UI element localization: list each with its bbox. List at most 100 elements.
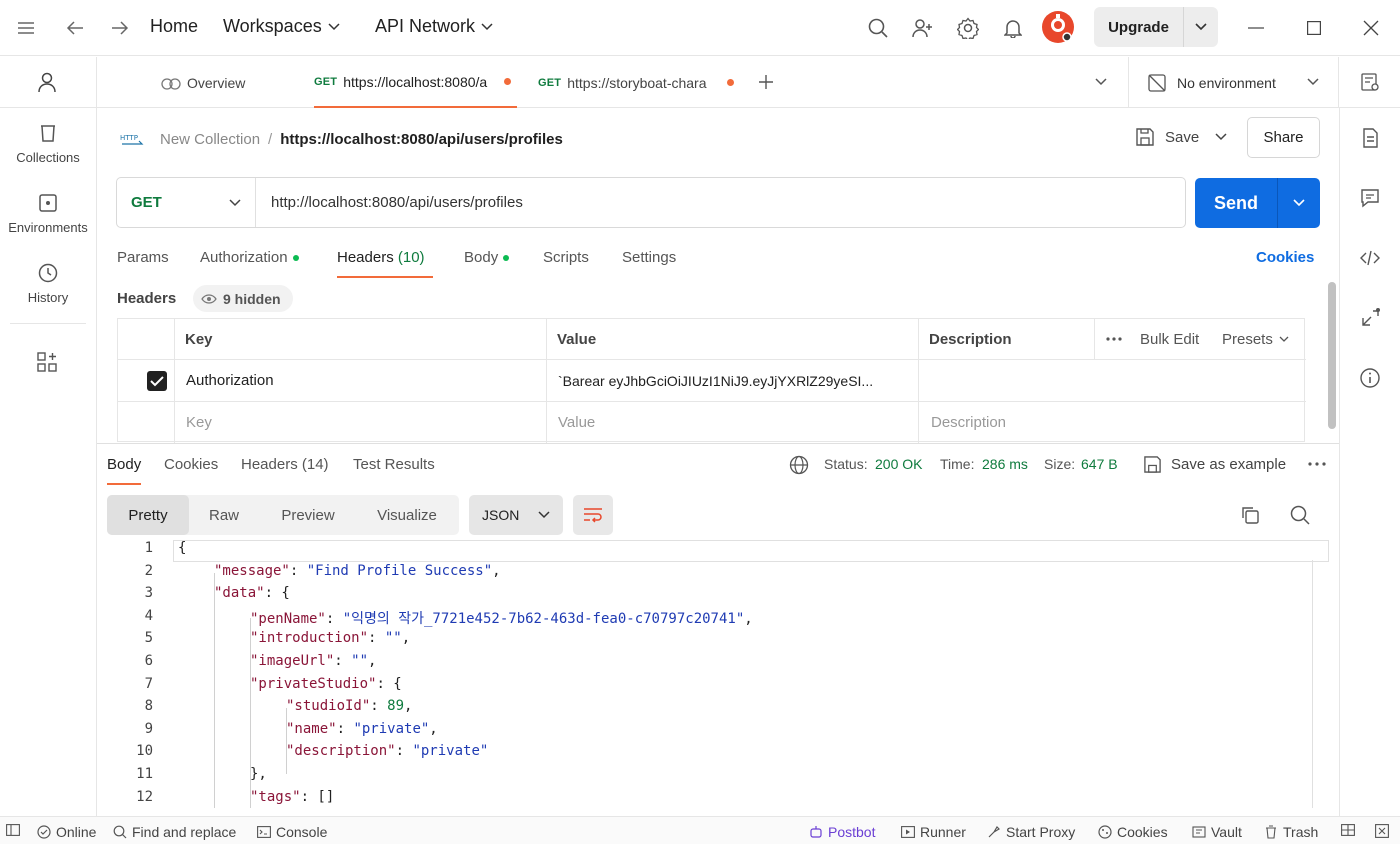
- back-arrow-icon[interactable]: [61, 14, 89, 42]
- start-proxy-button[interactable]: Start Proxy: [987, 824, 1075, 840]
- cookies-link[interactable]: Cookies: [1256, 249, 1314, 266]
- search-icon[interactable]: [864, 14, 892, 42]
- method-select[interactable]: GET: [117, 178, 256, 227]
- sidebar-item-collections[interactable]: Collections: [0, 122, 96, 165]
- view-visualize[interactable]: Visualize: [362, 495, 452, 535]
- tab-request[interactable]: GET https://storyboat-chara: [538, 57, 738, 108]
- wrap-lines-icon: [584, 508, 602, 523]
- upgrade-button[interactable]: Upgrade: [1094, 7, 1218, 47]
- pane-divider[interactable]: [97, 443, 1339, 444]
- view-pretty[interactable]: Pretty: [107, 495, 189, 535]
- header-key-cell[interactable]: Authorization: [186, 360, 274, 401]
- more-options-icon[interactable]: [1308, 462, 1326, 466]
- code-icon[interactable]: [1359, 247, 1381, 269]
- tab-headers[interactable]: Headers (10): [337, 249, 433, 278]
- line-number: 1: [144, 540, 153, 556]
- new-key-input[interactable]: Key: [186, 402, 212, 442]
- console-button[interactable]: Console: [257, 824, 327, 840]
- home-link[interactable]: Home: [150, 16, 198, 37]
- tab-response-cookies[interactable]: Cookies: [164, 456, 218, 473]
- bell-icon[interactable]: [999, 14, 1027, 42]
- tab-settings[interactable]: Settings: [622, 249, 676, 266]
- url-input[interactable]: http://localhost:8080/api/users/profiles: [256, 178, 1185, 227]
- header-value-cell[interactable]: `Barear eyJhbGciOiJIUzI1NiJ9.eyJjYXRlZ29…: [558, 360, 910, 401]
- chevron-down-icon[interactable]: [1215, 133, 1227, 141]
- share-button[interactable]: Share: [1247, 117, 1320, 158]
- maximize-icon[interactable]: [1300, 14, 1328, 42]
- chevron-down-icon[interactable]: [1184, 7, 1218, 47]
- header-row-checkbox[interactable]: [146, 360, 168, 401]
- tab-request-active[interactable]: GET https://localhost:8080/a: [314, 57, 517, 108]
- new-value-input[interactable]: Value: [558, 402, 595, 442]
- chevron-down-icon[interactable]: [1307, 78, 1319, 86]
- bulk-edit-button[interactable]: Bulk Edit: [1140, 319, 1199, 359]
- copy-icon[interactable]: [1240, 505, 1260, 525]
- start-proxy-label: Start Proxy: [1006, 824, 1076, 840]
- plus-icon[interactable]: [758, 74, 774, 90]
- save-as-example-button[interactable]: Save as example: [1143, 455, 1286, 474]
- status-badge[interactable]: 200 OK: [875, 456, 922, 472]
- menu-icon[interactable]: [12, 14, 40, 42]
- send-button[interactable]: Send: [1195, 178, 1320, 228]
- tab-test-results[interactable]: Test Results: [353, 456, 435, 473]
- environment-selector[interactable]: No environment: [1147, 57, 1276, 108]
- api-network-menu[interactable]: API Network: [375, 16, 493, 37]
- close-icon[interactable]: [1357, 14, 1385, 42]
- format-select[interactable]: JSON: [469, 495, 563, 535]
- response-body-code[interactable]: 1 {2 "message": "Find Profile Success", 3 "d…: [107, 540, 1329, 808]
- presets-dropdown[interactable]: Presets: [1222, 319, 1289, 359]
- line-number: 12: [136, 788, 153, 805]
- search-icon[interactable]: [1290, 505, 1310, 525]
- gear-icon[interactable]: [954, 14, 982, 42]
- online-status[interactable]: Online: [37, 824, 96, 840]
- tab-scripts[interactable]: Scripts: [543, 249, 589, 266]
- tab-overview[interactable]: Overview: [161, 57, 245, 108]
- history-icon: [37, 262, 59, 284]
- view-preview[interactable]: Preview: [267, 495, 349, 535]
- postbot-button[interactable]: Postbot: [809, 824, 875, 840]
- globe-icon[interactable]: [789, 455, 809, 475]
- avatar[interactable]: [1042, 11, 1074, 43]
- code-line: "data": {: [214, 585, 290, 602]
- environment-quick-look-icon[interactable]: [1360, 72, 1380, 92]
- tab-authorization[interactable]: Authorization: [200, 249, 299, 266]
- scrollbar[interactable]: [1328, 282, 1336, 429]
- more-options-icon[interactable]: [1106, 319, 1122, 359]
- chevron-down-icon: [538, 511, 550, 519]
- view-raw[interactable]: Raw: [189, 495, 259, 535]
- toggle-sidebar-icon[interactable]: [6, 824, 20, 836]
- minimize-icon[interactable]: [1242, 14, 1270, 42]
- response-time[interactable]: 286 ms: [982, 456, 1028, 472]
- response-size[interactable]: 647 B: [1081, 456, 1118, 472]
- sidebar-item-history[interactable]: History: [0, 262, 96, 305]
- hidden-headers-toggle[interactable]: 9 hidden: [193, 285, 293, 312]
- runner-button[interactable]: Runner: [901, 824, 966, 840]
- documentation-icon[interactable]: [1359, 127, 1381, 149]
- info-icon[interactable]: [1359, 367, 1381, 389]
- workspaces-menu[interactable]: Workspaces: [223, 16, 340, 37]
- chevron-down-icon[interactable]: [1095, 78, 1107, 86]
- chevron-down-icon[interactable]: [1278, 178, 1320, 228]
- page-title[interactable]: https://localhost:8080/api/users/profile…: [280, 131, 563, 148]
- vault-button[interactable]: Vault: [1192, 824, 1242, 840]
- related-collections-icon[interactable]: [1359, 307, 1381, 329]
- add-workbench-icon[interactable]: [36, 351, 58, 373]
- forward-arrow-icon[interactable]: [106, 14, 134, 42]
- comments-icon[interactable]: [1359, 187, 1381, 209]
- find-replace-button[interactable]: Find and replace: [113, 824, 236, 840]
- layout-icon[interactable]: [1341, 824, 1355, 836]
- help-icon[interactable]: [1375, 824, 1389, 838]
- cookies-button[interactable]: Cookies: [1098, 824, 1168, 840]
- new-description-input[interactable]: Description: [931, 402, 1006, 442]
- save-button[interactable]: Save: [1135, 127, 1199, 147]
- wrap-lines-button[interactable]: [573, 495, 613, 535]
- invite-user-icon[interactable]: [909, 14, 937, 42]
- tab-response-headers[interactable]: Headers (14): [241, 456, 329, 473]
- sidebar-item-environments[interactable]: Environments: [0, 192, 96, 235]
- tab-response-body[interactable]: Body: [107, 456, 142, 485]
- account-icon[interactable]: [36, 71, 58, 93]
- tab-body[interactable]: Body: [464, 249, 510, 266]
- trash-button[interactable]: Trash: [1264, 824, 1318, 840]
- tab-params[interactable]: Params: [117, 249, 169, 266]
- breadcrumb-collection[interactable]: New Collection: [160, 131, 260, 148]
